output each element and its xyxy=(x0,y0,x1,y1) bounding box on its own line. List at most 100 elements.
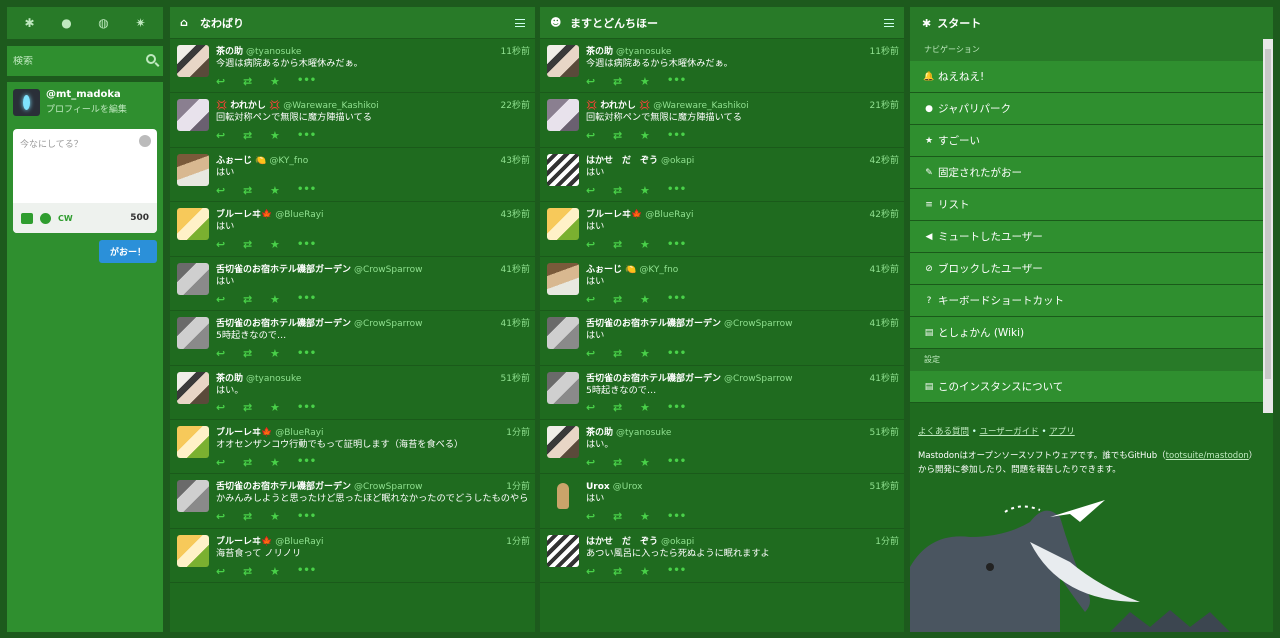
reply-icon[interactable]: ↩ xyxy=(586,185,613,196)
more-icon[interactable]: ••• xyxy=(667,294,694,304)
display-name[interactable]: 茶の助 xyxy=(216,44,243,57)
more-icon[interactable]: ••• xyxy=(667,348,694,359)
avatar[interactable] xyxy=(177,480,209,513)
username[interactable]: @CrowSparrow xyxy=(724,374,793,384)
favourite-icon[interactable]: ★ xyxy=(640,130,667,141)
favourite-icon[interactable]: ★ xyxy=(640,76,667,87)
reply-icon[interactable]: ↩ xyxy=(586,294,613,305)
more-icon[interactable]: ••• xyxy=(297,402,324,413)
avatar[interactable] xyxy=(177,425,209,458)
bell-icon[interactable]: ● xyxy=(57,16,77,30)
reply-icon[interactable]: ↩ xyxy=(216,348,243,359)
username[interactable]: @KY_fno xyxy=(269,156,308,166)
avatar[interactable] xyxy=(177,99,209,132)
account-username[interactable]: @mt_madoka xyxy=(46,89,127,100)
display-name[interactable]: 舌切雀のお宿ホテル磯部ガーデン xyxy=(586,316,721,329)
status-item[interactable]: 舌切雀のお宿ホテル磯部ガーデン @CrowSparrow 41秒前 はい ↩ ⇄ ★ ••• xyxy=(540,311,904,366)
timestamp[interactable]: 11秒前 xyxy=(501,44,530,57)
menu-item[interactable]: 🔔 ねえねえ! xyxy=(910,61,1273,93)
globe-icon[interactable]: ◍ xyxy=(94,16,114,30)
favourite-icon[interactable]: ★ xyxy=(640,294,667,305)
avatar[interactable] xyxy=(547,425,579,458)
display-name[interactable]: ブルーレヰ🍁 xyxy=(216,207,272,220)
favourite-icon[interactable]: ★ xyxy=(270,130,297,141)
menu-item[interactable]: ◀ ミュートしたユーザー xyxy=(910,221,1273,253)
more-icon[interactable]: ••• xyxy=(297,130,324,141)
boost-icon[interactable]: ⇄ xyxy=(613,566,640,577)
username[interactable]: @tyanosuke xyxy=(616,47,671,57)
username[interactable]: @CrowSparrow xyxy=(354,482,423,492)
column-settings-icon[interactable] xyxy=(884,18,894,27)
status-item[interactable]: 茶の助 @tyanosuke 11秒前 今週は病院あるから木曜休みだぁ。 ↩ ⇄ ★ ••• xyxy=(540,39,904,94)
menu-item[interactable]: ✎ 固定されたがおー xyxy=(910,157,1273,189)
username[interactable]: @okapi xyxy=(661,156,694,166)
timestamp[interactable]: 43秒前 xyxy=(501,153,530,166)
display-name[interactable]: 舌切雀のお宿ホテル磯部ガーデン xyxy=(586,371,721,384)
timestamp[interactable]: 41秒前 xyxy=(501,316,530,329)
avatar[interactable] xyxy=(177,371,209,404)
more-icon[interactable]: ••• xyxy=(667,239,694,250)
status-item[interactable]: ふぉーじ 🍋 @KY_fno 43秒前 はい ↩ ⇄ ★ ••• xyxy=(170,148,535,203)
timestamp[interactable]: 41秒前 xyxy=(501,262,530,275)
display-name[interactable]: 💢 われかし 💢 xyxy=(216,98,280,111)
boost-icon[interactable]: ⇄ xyxy=(613,457,640,468)
timestamp[interactable]: 21秒前 xyxy=(870,98,899,111)
boost-icon[interactable]: ⇄ xyxy=(243,294,270,305)
username[interactable]: @CrowSparrow xyxy=(354,265,423,275)
timestamp[interactable]: 51秒前 xyxy=(870,479,899,492)
favourite-icon[interactable]: ★ xyxy=(640,402,667,413)
timestamp[interactable]: 11秒前 xyxy=(870,44,899,57)
favourite-icon[interactable]: ★ xyxy=(270,294,297,305)
status-item[interactable]: ブルーレヰ🍁 @BlueRayi 1分前 海苔食って ノリノリ ↩ ⇄ ★ ••• xyxy=(170,529,535,584)
timestamp[interactable]: 42秒前 xyxy=(870,153,899,166)
display-name[interactable]: ブルーレヰ🍁 xyxy=(216,534,272,547)
avatar[interactable] xyxy=(547,45,579,77)
username[interactable]: @CrowSparrow xyxy=(354,319,423,329)
username[interactable]: @tyanosuke xyxy=(246,374,301,384)
status-item[interactable]: 💢 われかし 💢 @Wareware_Kashikoi 22秒前 回転対称ペンで無限に… xyxy=(170,93,535,148)
menu-item[interactable]: ● ジャパリパーク xyxy=(910,93,1273,125)
display-name[interactable]: 舌切雀のお宿ホテル磯部ガーデン xyxy=(216,262,351,275)
favourite-icon[interactable]: ★ xyxy=(270,348,297,359)
more-icon[interactable]: ••• xyxy=(667,402,694,413)
timestamp[interactable]: 41秒前 xyxy=(870,262,899,275)
more-icon[interactable]: ••• xyxy=(297,511,324,522)
display-name[interactable]: ブルーレヰ🍁 xyxy=(216,425,272,438)
status-item[interactable]: はかせ だ ぞう @okapi 1分前 あつい風呂に入ったら死ぬように眠れますよ ↩ ⇄ ★… xyxy=(540,529,904,584)
username[interactable]: @CrowSparrow xyxy=(724,319,793,329)
username[interactable]: @BlueRayi xyxy=(275,537,323,547)
reply-icon[interactable]: ↩ xyxy=(586,402,613,413)
display-name[interactable]: ふぉーじ 🍋 xyxy=(216,153,266,166)
boost-icon[interactable]: ⇄ xyxy=(243,511,270,522)
timestamp[interactable]: 42秒前 xyxy=(870,207,899,220)
timestamp[interactable]: 51秒前 xyxy=(870,425,899,438)
favourite-icon[interactable]: ★ xyxy=(640,511,667,522)
reply-icon[interactable]: ↩ xyxy=(216,239,243,250)
more-icon[interactable]: ••• xyxy=(297,348,324,359)
reply-icon[interactable]: ↩ xyxy=(216,457,243,468)
column-header[interactable]: ☻ ますとどんちほー xyxy=(540,7,904,39)
status-item[interactable]: 茶の助 @tyanosuke 11秒前 今週は病院あるから木曜休みだぁ。 ↩ ⇄ ★ ••• xyxy=(170,39,535,94)
timestamp[interactable]: 1分前 xyxy=(506,479,530,492)
avatar[interactable] xyxy=(177,208,209,241)
favourite-icon[interactable]: ★ xyxy=(640,239,667,250)
github-link[interactable]: tootsuite/mastodon xyxy=(1166,451,1249,461)
username[interactable]: @Urox xyxy=(613,482,643,492)
boost-icon[interactable]: ⇄ xyxy=(243,348,270,359)
status-item[interactable]: Urox @Urox 51秒前 はい ↩ ⇄ ★ ••• xyxy=(540,474,904,529)
timestamp[interactable]: 41秒前 xyxy=(870,371,899,384)
boost-icon[interactable]: ⇄ xyxy=(613,130,640,141)
menu-item[interactable]: ▤ このインスタンスについて xyxy=(910,371,1273,403)
menu-item[interactable]: ⊘ ブロックしたユーザー xyxy=(910,253,1273,285)
timestamp[interactable]: 43秒前 xyxy=(501,207,530,220)
search-input[interactable] xyxy=(13,55,133,67)
more-icon[interactable]: ••• xyxy=(667,457,694,467)
avatar[interactable] xyxy=(547,153,579,186)
boost-icon[interactable]: ⇄ xyxy=(243,566,270,577)
timestamp[interactable]: 1分前 xyxy=(506,425,530,438)
reply-icon[interactable]: ↩ xyxy=(216,566,243,577)
display-name[interactable]: 💢 われかし 💢 xyxy=(586,98,650,111)
username[interactable]: @okapi xyxy=(661,537,694,547)
reply-icon[interactable]: ↩ xyxy=(586,130,613,141)
status-item[interactable]: ブルーレヰ🍁 @BlueRayi 43秒前 はい ↩ ⇄ ★ ••• xyxy=(170,202,535,257)
